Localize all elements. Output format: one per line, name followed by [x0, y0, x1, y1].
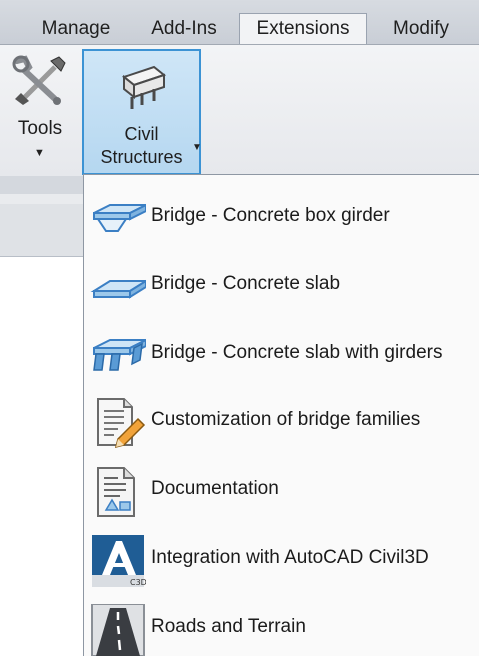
documentation-icon: [97, 467, 135, 517]
tools-label: Tools: [17, 118, 63, 139]
menu-item-customization[interactable]: Customization of bridge families: [84, 391, 479, 453]
bridge-deck-icon: [121, 65, 167, 109]
menu-item-documentation[interactable]: Documentation: [84, 460, 479, 522]
menu-item-concrete-slab[interactable]: Bridge - Concrete slab: [84, 255, 479, 317]
chevron-down-icon: ▼: [34, 147, 45, 159]
concrete-slab-icon: [90, 279, 146, 299]
civil-structures-dropdown: Bridge - Concrete box girder Bridge - Co…: [83, 174, 479, 656]
background-panel: [0, 204, 84, 257]
chevron-down-icon: ▼: [192, 142, 202, 153]
divider: [0, 194, 84, 204]
svg-text:C3D: C3D: [130, 578, 146, 587]
menu-item-label: Documentation: [151, 478, 279, 499]
tools-button[interactable]: Tools ▼: [0, 45, 80, 177]
menu-item-civil3d[interactable]: C3D Integration with AutoCAD Civil3D: [84, 529, 479, 591]
tab-extensions[interactable]: Extensions: [239, 13, 367, 44]
menu-item-label: Integration with AutoCAD Civil3D: [151, 547, 429, 568]
tab-manage[interactable]: Manage: [26, 14, 126, 44]
tab-add-ins[interactable]: Add-Ins: [138, 14, 230, 44]
document-edit-icon: [97, 398, 146, 449]
menu-item-box-girder[interactable]: Bridge - Concrete box girder: [84, 187, 479, 249]
menu-item-slab-girders[interactable]: Bridge - Concrete slab with girders: [84, 324, 479, 386]
slab-girders-icon: [93, 338, 146, 371]
panel-title-bar: [0, 176, 84, 194]
ribbon-tab-strip: Manage Add-Ins Extensions Modify: [0, 0, 479, 44]
wrench-screwdriver-icon: [12, 55, 66, 105]
ribbon-panel: Tools ▼ Civil Structures ▼: [0, 44, 479, 177]
civil-structures-button[interactable]: Civil Structures ▼: [82, 49, 202, 175]
civil3d-icon: C3D: [92, 535, 146, 587]
menu-item-label: Bridge - Concrete slab with girders: [151, 342, 443, 363]
tab-modify[interactable]: Modify: [378, 14, 464, 44]
menu-item-roads-terrain[interactable]: Roads and Terrain: [84, 598, 479, 660]
menu-item-label: Customization of bridge families: [151, 409, 421, 430]
road-icon: [91, 604, 145, 656]
box-girder-icon: [93, 203, 146, 232]
menu-item-label: Roads and Terrain: [151, 616, 306, 637]
civil-structures-label: Civil Structures: [100, 124, 183, 167]
menu-item-label: Bridge - Concrete box girder: [151, 205, 390, 226]
menu-item-label: Bridge - Concrete slab: [151, 273, 341, 294]
